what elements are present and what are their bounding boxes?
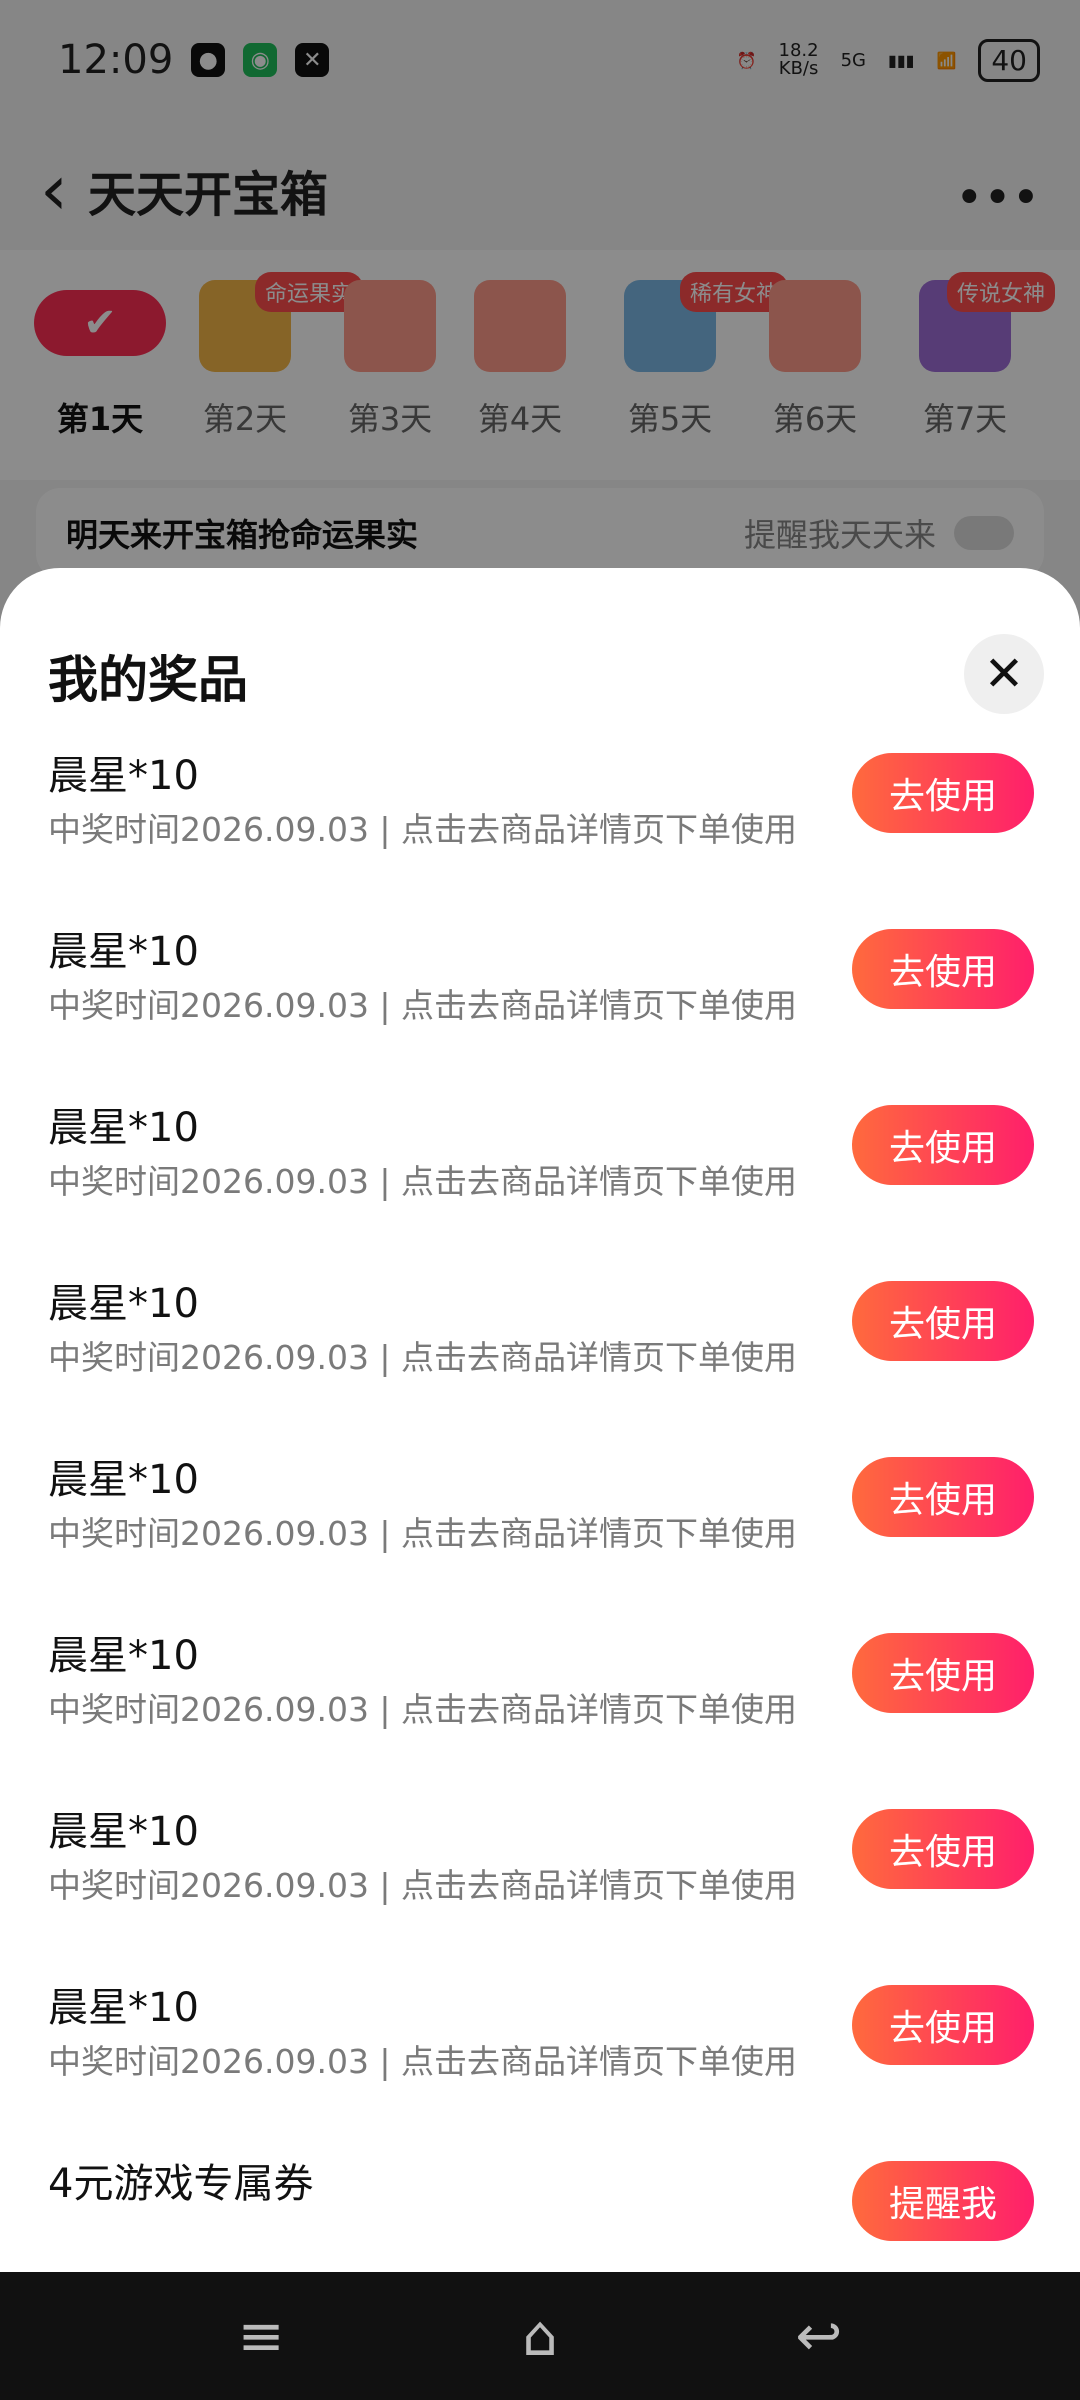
use-button[interactable]: 去使用 <box>852 1809 1034 1889</box>
use-button[interactable]: 去使用 <box>852 929 1034 1009</box>
prize-item: 晨星*10 中奖时间2026.09.03 | 点击去商品详情页下单使用 去使用 <box>0 919 1080 1095</box>
use-button[interactable]: 去使用 <box>852 1633 1034 1713</box>
prize-title: 4元游戏专属券 <box>48 2161 314 2207</box>
prize-subtitle: 中奖时间2026.09.03 | 点击去商品详情页下单使用 <box>48 1866 798 1905</box>
prize-item: 晨星*10 中奖时间2026.09.03 | 点击去商品详情页下单使用 去使用 <box>0 1799 1080 1975</box>
close-icon: ✕ <box>983 646 1025 702</box>
prize-item: 晨星*10 中奖时间2026.09.03 | 点击去商品详情页下单使用 去使用 <box>0 1975 1080 2151</box>
prize-subtitle: 中奖时间2026.09.03 | 点击去商品详情页下单使用 <box>48 1690 798 1729</box>
sheet-title: 我的奖品 <box>48 651 248 709</box>
use-button[interactable]: 去使用 <box>852 1985 1034 2065</box>
prize-item: 晨星*10 中奖时间2026.09.03 | 点击去商品详情页下单使用 去使用 <box>0 1271 1080 1447</box>
prize-subtitle: 中奖时间2026.09.03 | 点击去商品详情页下单使用 <box>48 810 798 849</box>
prize-item: 晨星*10 中奖时间2026.09.03 | 点击去商品详情页下单使用 去使用 <box>0 1447 1080 1623</box>
prize-title: 晨星*10 <box>48 1457 199 1503</box>
prize-subtitle: 中奖时间2026.09.03 | 点击去商品详情页下单使用 <box>48 1162 798 1201</box>
close-button[interactable]: ✕ <box>964 634 1044 714</box>
prize-subtitle: 中奖时间2026.09.03 | 点击去商品详情页下单使用 <box>48 1514 798 1553</box>
prize-title: 晨星*10 <box>48 929 199 975</box>
menu-icon[interactable]: ≡ <box>238 2304 285 2369</box>
prize-list: 晨星*10 中奖时间2026.09.03 | 点击去商品详情页下单使用 去使用 … <box>0 743 1080 2258</box>
back-icon[interactable]: ↩ <box>795 2304 842 2369</box>
prize-title: 晨星*10 <box>48 753 199 799</box>
system-nav-bar: ≡ ⌂ ↩ <box>0 2272 1080 2400</box>
prize-title: 晨星*10 <box>48 1105 199 1151</box>
use-button[interactable]: 去使用 <box>852 1105 1034 1185</box>
prizes-sheet: 我的奖品 ✕ 晨星*10 中奖时间2026.09.03 | 点击去商品详情页下单… <box>0 568 1080 2272</box>
use-button[interactable]: 去使用 <box>852 1457 1034 1537</box>
prize-item: 晨星*10 中奖时间2026.09.03 | 点击去商品详情页下单使用 去使用 <box>0 743 1080 919</box>
use-button[interactable]: 去使用 <box>852 753 1034 833</box>
prize-item: 晨星*10 中奖时间2026.09.03 | 点击去商品详情页下单使用 去使用 <box>0 1623 1080 1799</box>
prize-subtitle: 中奖时间2026.09.03 | 点击去商品详情页下单使用 <box>48 986 798 1025</box>
prize-item: 4元游戏专属券 提醒我 <box>0 2151 1080 2258</box>
prize-subtitle: 中奖时间2026.09.03 | 点击去商品详情页下单使用 <box>48 2042 798 2081</box>
prize-item: 晨星*10 中奖时间2026.09.03 | 点击去商品详情页下单使用 去使用 <box>0 1095 1080 1271</box>
prize-title: 晨星*10 <box>48 1985 199 2031</box>
prize-title: 晨星*10 <box>48 1633 199 1679</box>
home-icon[interactable]: ⌂ <box>522 2304 558 2369</box>
prize-title: 晨星*10 <box>48 1281 199 1327</box>
use-button[interactable]: 去使用 <box>852 1281 1034 1361</box>
remind-me-button[interactable]: 提醒我 <box>852 2161 1034 2241</box>
prize-subtitle: 中奖时间2026.09.03 | 点击去商品详情页下单使用 <box>48 1338 798 1377</box>
prize-title: 晨星*10 <box>48 1809 199 1855</box>
